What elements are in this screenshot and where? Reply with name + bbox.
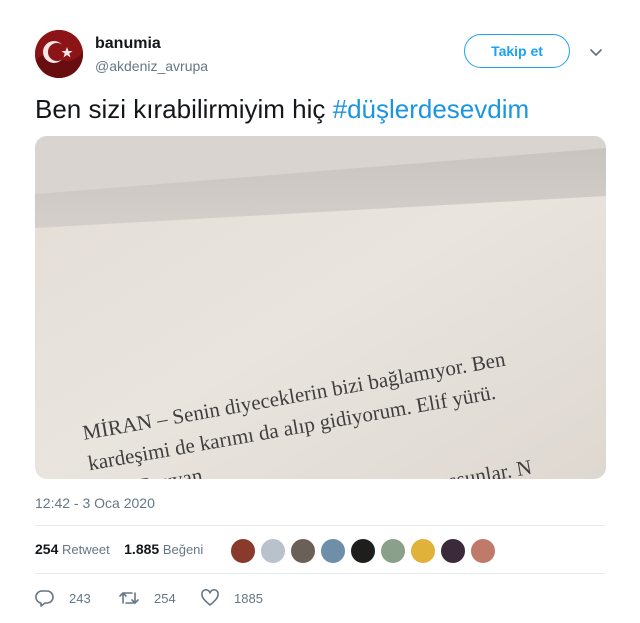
avatar[interactable] xyxy=(410,538,436,564)
reply-icon xyxy=(35,590,54,607)
hashtag-link[interactable]: #düşlerdesevdim xyxy=(333,94,530,124)
tweet-photo[interactable]: MİRAN – Senin diyeceklerin bizi bağlamıy… xyxy=(35,136,606,479)
author-name[interactable]: banumia xyxy=(95,35,161,53)
divider-top xyxy=(35,525,605,526)
author-avatar[interactable] xyxy=(35,30,83,78)
like-stat[interactable]: 1.885 Beğeni xyxy=(124,541,204,557)
avatar[interactable] xyxy=(470,538,496,564)
like-stat-count: 1.885 xyxy=(124,541,160,557)
avatar[interactable] xyxy=(290,538,316,564)
tweet-timestamp[interactable]: 12:42 - 3 Oca 2020 xyxy=(35,495,155,511)
retweet-count: 254 xyxy=(154,590,176,606)
book-page-image: MİRAN – Senin diyeceklerin bizi bağlamıy… xyxy=(35,136,606,479)
like-stat-label: Beğeni xyxy=(162,542,204,557)
retweet-icon xyxy=(119,592,139,604)
tweet-stats: 254 Retweet 1.885 Beğeni xyxy=(35,541,203,557)
retweet-stat-label: Retweet xyxy=(61,542,110,557)
author-handle[interactable]: @akdeniz_avrupa xyxy=(95,58,208,74)
tweet-body: Ben sizi kırabilirmiyim hiç xyxy=(35,94,333,124)
avatar[interactable] xyxy=(440,538,466,564)
heart-icon xyxy=(201,589,219,606)
tweet-text: Ben sizi kırabilirmiyim hiç #düşlerdesev… xyxy=(35,94,529,125)
like-count: 1885 xyxy=(234,590,263,606)
avatar[interactable] xyxy=(260,538,286,564)
divider-bottom xyxy=(35,573,605,574)
retweet-button[interactable]: 254 xyxy=(118,588,176,608)
avatar[interactable] xyxy=(230,538,256,564)
retweet-stat[interactable]: 254 Retweet xyxy=(35,541,110,557)
reply-count: 243 xyxy=(69,590,91,606)
chevron-down-icon[interactable] xyxy=(586,42,606,62)
avatar[interactable] xyxy=(320,538,346,564)
avatar[interactable] xyxy=(350,538,376,564)
follow-button[interactable]: Takip et xyxy=(464,34,570,68)
avatar[interactable] xyxy=(380,538,406,564)
reply-button[interactable]: 243 xyxy=(35,588,91,608)
like-button[interactable]: 1885 xyxy=(200,588,263,608)
retweet-stat-count: 254 xyxy=(35,541,59,557)
turkish-flag-icon xyxy=(35,30,83,78)
